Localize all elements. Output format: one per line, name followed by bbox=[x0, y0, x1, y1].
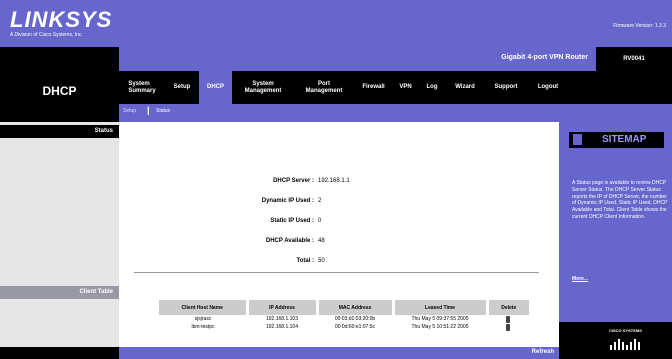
dynamic-ip-value: 2 bbox=[318, 198, 322, 204]
more-link[interactable]: More... bbox=[572, 276, 588, 282]
nav-firewall[interactable]: Firewall bbox=[354, 71, 393, 104]
col-leased-time: Leased Time bbox=[393, 300, 489, 315]
trash-icon[interactable] bbox=[506, 315, 510, 323]
nav-setup[interactable]: Setup bbox=[165, 71, 199, 104]
dhcp-available-row: DHCP Available : 48 bbox=[119, 238, 559, 248]
footer-left bbox=[0, 347, 119, 359]
sitemap-header: SITEMAP bbox=[569, 132, 664, 148]
main-content: DHCP Server : 192.168.1.1 Dynamic IP Use… bbox=[119, 122, 559, 347]
host-name-cell: sjsjrasc bbox=[194, 316, 212, 322]
col-host-name: Client Host Name bbox=[159, 300, 249, 315]
total-label: Total : bbox=[296, 258, 314, 264]
col-ip-address: IP Address bbox=[247, 300, 319, 315]
trash-icon[interactable] bbox=[506, 323, 510, 331]
nav-wizard[interactable]: Wizard bbox=[446, 71, 484, 104]
nav-system-management-label: System Management bbox=[244, 80, 282, 94]
delete-cell bbox=[487, 315, 529, 323]
host-name-cell: ibm-testpc bbox=[191, 324, 215, 330]
nav-wizard-label: Wizard bbox=[455, 84, 475, 91]
table-row: ibm-testpc 192.168.1.104 00:0d:60:e1:07:… bbox=[159, 323, 529, 331]
nav-log-label: Log bbox=[426, 84, 438, 91]
dhcp-available-value: 48 bbox=[318, 238, 325, 244]
product-name: Gigabit 4-port VPN Router bbox=[501, 54, 588, 61]
router-dhcp-status-page: LINKSYS A Division of Cisco Systems, Inc… bbox=[0, 0, 672, 359]
ip-cell: 192.168.1.104 bbox=[266, 324, 298, 330]
ip-cell: 192.168.1.103 bbox=[266, 316, 298, 322]
nav-setup-label: Setup bbox=[173, 84, 191, 91]
nav-port-management[interactable]: Port Management bbox=[294, 71, 354, 104]
cisco-bars-icon bbox=[610, 339, 640, 350]
leased-cell: Thu May 5 09:37:55 2005 bbox=[411, 316, 469, 322]
total-value: 50 bbox=[318, 258, 325, 264]
static-ip-row: Static IP Used : 0 bbox=[119, 218, 559, 228]
footer-bar: Refresh bbox=[119, 347, 559, 359]
status-heading: Status bbox=[0, 125, 119, 138]
static-ip-label: Static IP Used : bbox=[270, 218, 314, 224]
nav-vpn-label: VPN bbox=[399, 84, 412, 91]
client-table: Client Host Name IP Address MAC Address … bbox=[159, 300, 529, 331]
linksys-logo: LINKSYS bbox=[10, 7, 113, 32]
nav-firewall-label: Firewall bbox=[362, 84, 385, 91]
dhcp-available-label: DHCP Available : bbox=[265, 238, 314, 244]
nav-log[interactable]: Log bbox=[418, 71, 446, 104]
leased-cell: Thu May 5 10:51:22 2005 bbox=[411, 324, 469, 330]
total-row: Total : 50 bbox=[119, 258, 559, 268]
nav-system-summary[interactable]: System Summary bbox=[119, 71, 165, 104]
col-mac-address: MAC Address bbox=[317, 300, 395, 315]
cisco-logo-area: CISCO SYSTEMS bbox=[559, 322, 672, 359]
subnav-status[interactable]: Status bbox=[156, 108, 170, 114]
main-nav: System Summary Setup DHCP System Managem… bbox=[119, 71, 672, 104]
help-text: A Status page is available to review DHC… bbox=[572, 180, 668, 220]
logo-subtitle: A Division of Cisco Systems, Inc. bbox=[10, 32, 83, 38]
table-row: sjsjrasc 192.168.1.103 00:03:d1:03:20:0b… bbox=[159, 315, 529, 323]
dynamic-ip-row: Dynamic IP Used : 2 bbox=[119, 198, 559, 208]
sub-nav: Setup | Status bbox=[119, 104, 672, 122]
static-ip-value: 0 bbox=[318, 218, 322, 224]
model-number: RV0041 bbox=[596, 47, 672, 71]
nav-logout-label: Logout bbox=[537, 84, 559, 91]
nav-support[interactable]: Support bbox=[484, 71, 528, 104]
section-divider bbox=[134, 272, 539, 273]
client-table-header: Client Host Name IP Address MAC Address … bbox=[159, 300, 529, 315]
nav-support-label: Support bbox=[494, 84, 518, 91]
nav-logout[interactable]: Logout bbox=[528, 71, 568, 104]
cisco-logo-text: CISCO SYSTEMS bbox=[609, 328, 642, 333]
mac-cell: 00:0d:60:e1:07:5c bbox=[334, 324, 376, 330]
nav-system-summary-label: System Summary bbox=[128, 80, 156, 94]
dhcp-server-row: DHCP Server : 192.168.1.1 bbox=[119, 178, 559, 188]
nav-port-management-label: Port Management bbox=[305, 80, 343, 94]
nav-dhcp[interactable]: DHCP bbox=[199, 71, 232, 104]
brand-bar: LINKSYS A Division of Cisco Systems, Inc… bbox=[0, 0, 672, 47]
nav-dhcp-label: DHCP bbox=[206, 84, 224, 91]
delete-cell bbox=[487, 323, 529, 331]
sitemap-icon bbox=[573, 134, 582, 145]
col-delete: Delete bbox=[487, 300, 529, 315]
sitemap-panel: SITEMAP A Status page is available to re… bbox=[559, 122, 672, 359]
product-bar: Gigabit 4-port VPN Router RV0041 bbox=[119, 47, 672, 71]
dhcp-server-value: 192.168.1.1 bbox=[318, 178, 350, 184]
dynamic-ip-label: Dynamic IP Used : bbox=[261, 198, 314, 204]
sitemap-title: SITEMAP bbox=[602, 134, 647, 145]
client-table-heading: Client Table bbox=[0, 286, 119, 299]
subnav-separator: | bbox=[147, 105, 150, 115]
firmware-version: Firmware Version: 1.3.3 bbox=[613, 23, 666, 29]
nav-system-management[interactable]: System Management bbox=[232, 71, 294, 104]
subnav-setup[interactable]: Setup bbox=[123, 108, 136, 114]
mac-cell: 00:03:d1:03:20:0b bbox=[334, 316, 376, 322]
left-column: Status Client Table bbox=[0, 122, 119, 359]
dhcp-server-label: DHCP Server : bbox=[273, 178, 314, 184]
section-title: DHCP bbox=[42, 84, 77, 98]
refresh-button[interactable]: Refresh bbox=[532, 349, 554, 355]
nav-vpn[interactable]: VPN bbox=[393, 71, 418, 104]
